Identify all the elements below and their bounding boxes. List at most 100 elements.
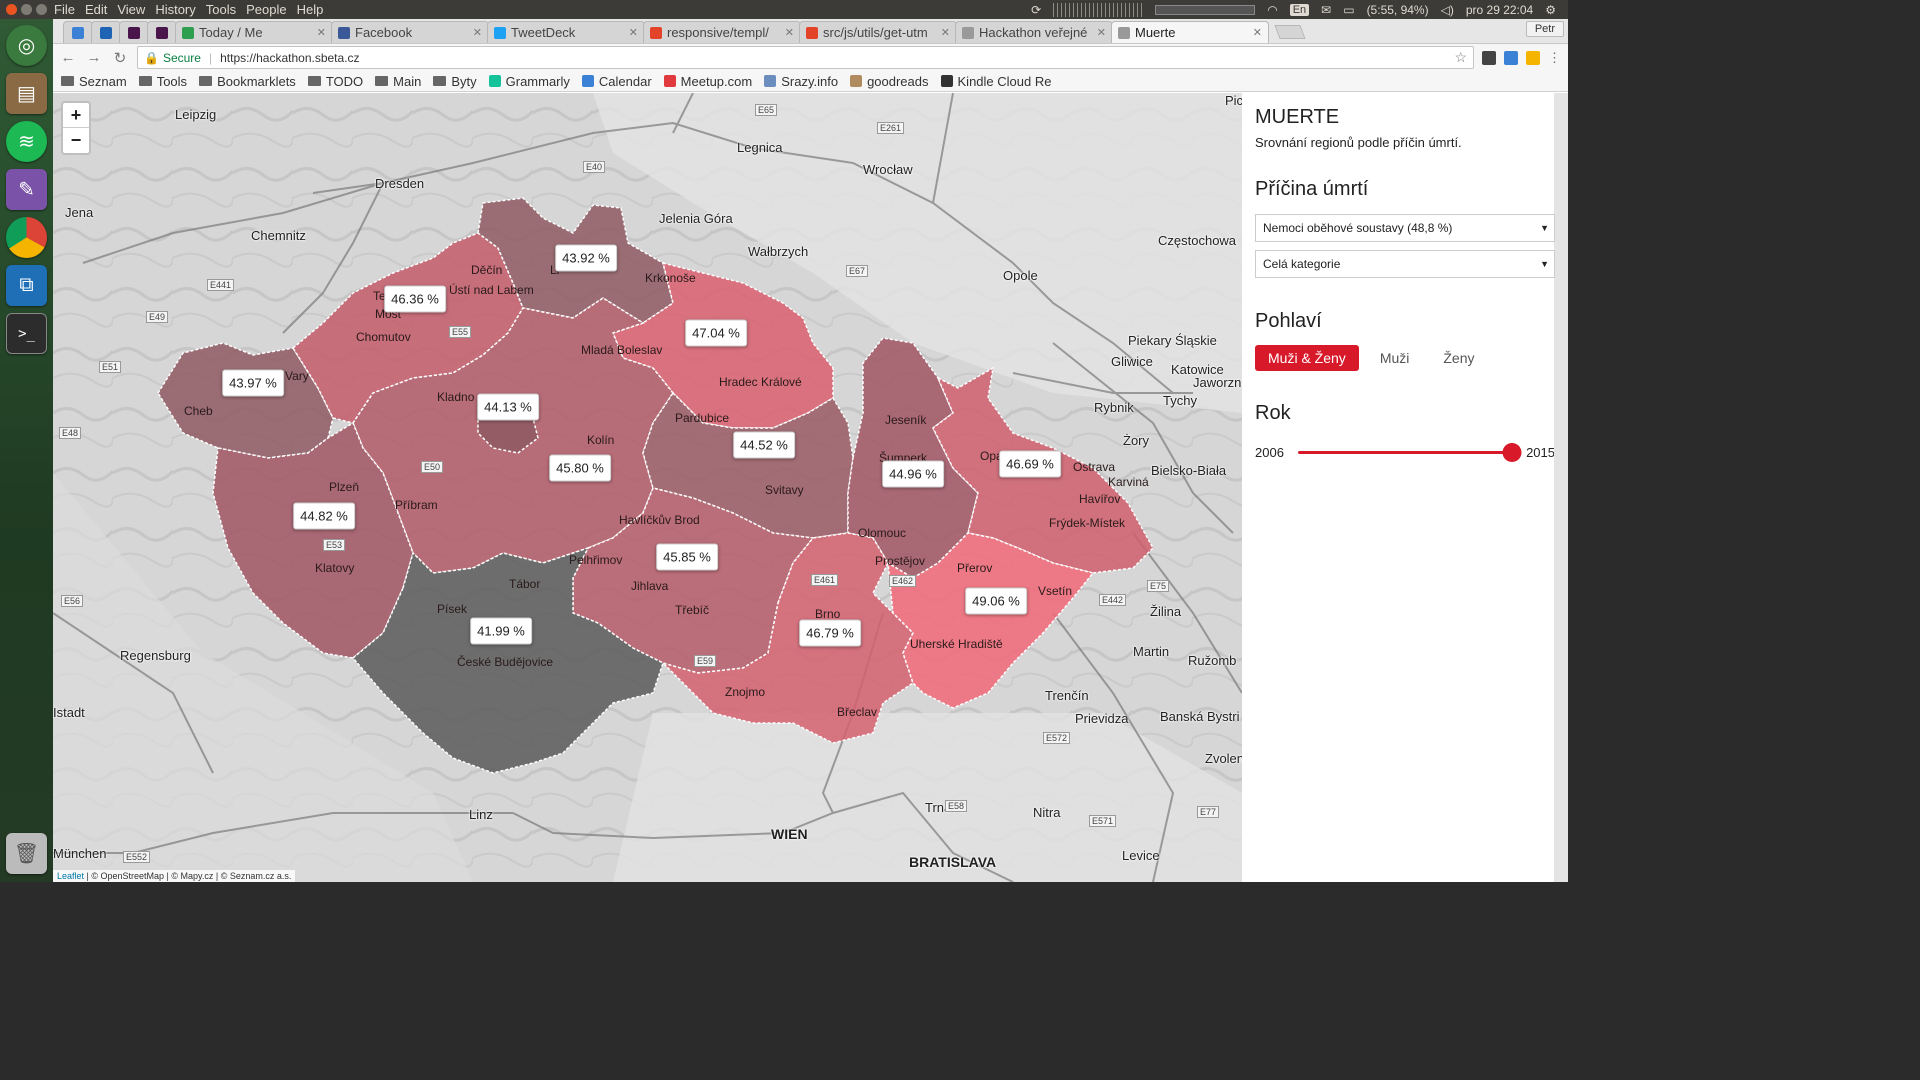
region-value-olomoucky[interactable]: 44.96 % [882, 460, 944, 488]
profile-button[interactable]: Petr [1525, 21, 1564, 37]
tab-close-icon[interactable]: ✕ [317, 26, 326, 39]
vscode-icon[interactable]: ⧉ [6, 265, 47, 306]
bookmark-item[interactable]: goodreads [850, 74, 929, 89]
year-slider-track[interactable] [1297, 451, 1513, 454]
menu-people[interactable]: People [246, 2, 286, 17]
pidgin-icon[interactable]: ✎ [6, 169, 47, 210]
menu-file[interactable]: File [54, 2, 75, 17]
zoom-out-button[interactable]: − [63, 128, 89, 153]
browser-tab[interactable]: Facebook ✕ [331, 21, 489, 43]
tab-close-icon[interactable]: ✕ [1097, 26, 1106, 39]
browser-tab[interactable]: responsive/templ/ ✕ [643, 21, 801, 43]
menu-dots-icon[interactable]: ⋮ [1548, 50, 1562, 65]
files-icon[interactable]: ▤ [6, 73, 47, 114]
region-value-liberecky[interactable]: 43.92 % [555, 244, 617, 272]
menu-help[interactable]: Help [297, 2, 324, 17]
ubuntu-icon[interactable]: ◎ [6, 25, 47, 66]
browser-tab[interactable]: src/js/utils/get-utm ✕ [799, 21, 957, 43]
url-text[interactable]: https://hackathon.sbeta.cz [220, 51, 359, 65]
region-value-moravskoslezsky[interactable]: 46.69 % [999, 450, 1061, 478]
address-bar[interactable]: 🔒 Secure | https://hackathon.sbeta.cz ☆ [137, 46, 1474, 69]
menu-edit[interactable]: Edit [85, 2, 107, 17]
browser-tab[interactable] [91, 21, 121, 43]
bookmark-item[interactable]: Seznam [61, 74, 127, 89]
bookmark-item[interactable]: Meetup.com [663, 74, 752, 89]
region-value-ustecky[interactable]: 46.36 % [384, 285, 446, 313]
window-minimize-icon[interactable] [21, 4, 32, 15]
menu-history[interactable]: History [155, 2, 195, 17]
spotify-icon[interactable]: ≋ [6, 121, 47, 162]
bookmark-star-icon[interactable]: ☆ [1454, 49, 1467, 66]
browser-tab[interactable] [63, 21, 93, 43]
region-value-jihomoravsky[interactable]: 46.79 % [799, 619, 861, 647]
bookmark-item[interactable]: TODO [307, 74, 363, 89]
tab-close-icon[interactable]: ✕ [473, 26, 482, 39]
region-value-zlinsky[interactable]: 49.06 % [965, 587, 1027, 615]
menu-view[interactable]: View [117, 2, 145, 17]
region-value-jihocesky[interactable]: 41.99 % [470, 617, 532, 645]
bookmark-favicon-icon [488, 75, 501, 87]
keyboard-layout-indicator[interactable]: En [1289, 3, 1310, 16]
attribution-text: | © OpenStreetMap | © Mapy.cz | © Seznam… [84, 871, 292, 881]
battery-icon[interactable]: ▭ [1343, 3, 1354, 17]
year-slider[interactable] [1297, 443, 1522, 462]
browser-tab[interactable] [119, 21, 149, 43]
clock[interactable]: pro 29 22:04 [1466, 3, 1533, 17]
zoom-in-button[interactable]: + [63, 103, 89, 128]
settings-gear-icon[interactable]: ⚙ [1545, 3, 1556, 17]
trash-icon[interactable]: 🗑 [6, 833, 47, 874]
terminal-icon[interactable]: >_ [6, 313, 47, 354]
tab-close-icon[interactable]: ✕ [1253, 26, 1262, 39]
region-value-karlovarsky[interactable]: 43.97 % [222, 369, 284, 397]
gender-women-button[interactable]: Ženy [1430, 345, 1487, 371]
bookmark-item[interactable]: Grammarly [488, 74, 570, 89]
wifi-icon[interactable]: ◠ [1267, 3, 1277, 17]
new-tab-button[interactable] [1274, 25, 1306, 39]
bookmark-item[interactable]: Srazy.info [764, 74, 838, 89]
region-city-label: Jihlava [631, 579, 669, 593]
choropleth-map[interactable]: Leipzig Dresden Jena Chemnitz Legnica Wr… [53, 93, 1242, 882]
browser-tab[interactable]: Today / Me ✕ [175, 21, 333, 43]
bookmark-item[interactable]: Calendar [581, 74, 652, 89]
leaflet-link[interactable]: Leaflet [57, 871, 84, 881]
bookmark-item[interactable]: Tools [138, 74, 187, 89]
cause-select[interactable]: Nemoci oběhové soustavy (48,8 %) ▼ [1255, 214, 1555, 242]
tab-close-icon[interactable]: ✕ [941, 26, 950, 39]
gender-both-button[interactable]: Muži & Ženy [1255, 345, 1359, 371]
translate-icon[interactable] [1504, 50, 1518, 65]
gender-men-button[interactable]: Muži [1367, 345, 1423, 371]
volume-icon[interactable]: ◁) [1441, 3, 1454, 17]
pocket-icon[interactable] [1482, 50, 1496, 65]
back-arrow-icon[interactable]: ← [59, 49, 77, 66]
bookmark-item[interactable]: Kindle Cloud Re [940, 73, 1052, 89]
bookmark-item[interactable]: Main [375, 74, 421, 89]
region-value-pardubicky[interactable]: 44.52 % [733, 431, 795, 459]
region-value-stredocesky[interactable]: 45.80 % [549, 454, 611, 482]
browser-tab[interactable] [147, 21, 177, 43]
chrome-icon[interactable] [6, 217, 47, 258]
browser-tab[interactable]: Hackathon veřejné ✕ [955, 21, 1113, 43]
region-value-praha[interactable]: 44.13 % [477, 393, 539, 421]
bookmark-label: Kindle Cloud Re [957, 73, 1052, 89]
reload-icon[interactable]: ↻ [111, 49, 129, 67]
window-maximize-icon[interactable] [36, 4, 47, 15]
tab-close-icon[interactable]: ✕ [785, 26, 794, 39]
region-value-vysocina[interactable]: 45.85 % [656, 543, 718, 571]
sync-icon[interactable]: ⟳ [1031, 3, 1041, 17]
window-close-icon[interactable] [6, 4, 17, 15]
menu-tools[interactable]: Tools [206, 2, 236, 17]
bookmark-item[interactable]: Bookmarklets [199, 74, 296, 89]
region-value-plzensky[interactable]: 44.82 % [293, 502, 355, 530]
region-city-label: Pardubice [675, 411, 730, 425]
browser-tab[interactable]: Muerte ✕ [1111, 21, 1269, 43]
category-select[interactable]: Celá kategorie ▼ [1255, 250, 1555, 278]
mail-icon[interactable]: ✉ [1321, 3, 1331, 17]
tab-close-icon[interactable]: ✕ [629, 26, 638, 39]
extension-icon[interactable] [1526, 50, 1540, 65]
region-value-kralovehradecky[interactable]: 47.04 % [685, 319, 747, 347]
url-separator: | [208, 50, 213, 65]
forward-arrow-icon[interactable]: → [85, 49, 103, 66]
bookmark-item[interactable]: Byty [433, 74, 477, 89]
year-slider-handle[interactable] [1502, 443, 1522, 462]
browser-tab[interactable]: TweetDeck ✕ [487, 21, 645, 43]
